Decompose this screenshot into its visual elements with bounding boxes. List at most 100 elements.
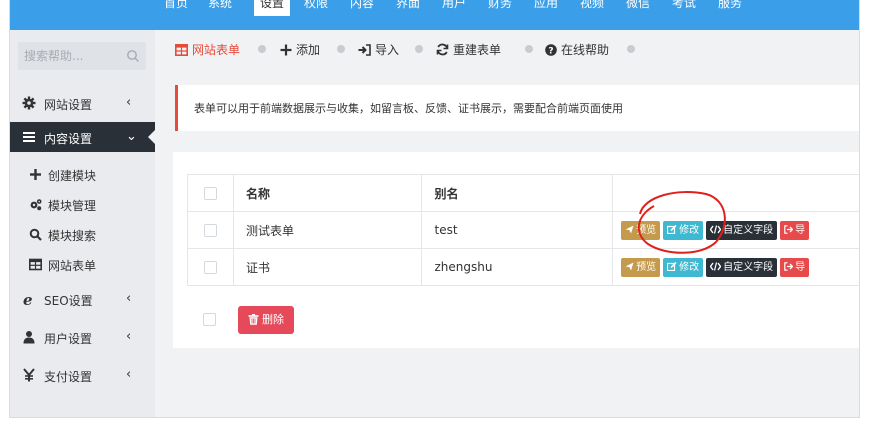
tab-add[interactable]: 添加 bbox=[280, 41, 320, 57]
tab-import[interactable]: 导入 bbox=[358, 41, 399, 57]
app-window: 首页 系统 设置 权限 内容 界面 用户 财务 应用 视频 微信 考试 服务 搜… bbox=[9, 0, 860, 418]
plus-icon bbox=[30, 169, 41, 180]
menu-item-label: 用户设置 bbox=[44, 332, 93, 346]
tab-separator bbox=[258, 45, 266, 53]
edit-icon bbox=[667, 261, 677, 271]
row-alias: test bbox=[434, 223, 458, 237]
sign-out-icon bbox=[784, 261, 794, 271]
table-icon bbox=[175, 44, 188, 56]
forms-table: 名称 别名 测试表单 test 预览修改自定义字段导 证书 zhengshu bbox=[187, 174, 859, 286]
trash-icon bbox=[248, 314, 259, 325]
question-circle-icon: ? bbox=[545, 44, 557, 56]
tab-separator bbox=[525, 45, 533, 53]
tab-bar: 网站表单 添加 导入 重建表单 ? 在线帮助 bbox=[155, 30, 859, 68]
row-name: 测试表单 bbox=[245, 223, 294, 238]
preview-button[interactable]: 预览 bbox=[621, 257, 661, 277]
chevron-down-icon: ⌄ bbox=[126, 129, 137, 144]
menu-item-content-settings[interactable]: 内容设置 ⌄ bbox=[10, 122, 156, 152]
code-icon bbox=[709, 224, 722, 234]
ie-icon: e bbox=[23, 292, 33, 306]
notice-text: 表单可以用于前端数据展示与收集，如留言板、反馈、证书展示，需要配合前端页面使用 bbox=[194, 102, 623, 115]
tab-label: 添加 bbox=[296, 43, 321, 57]
preview-button[interactable]: 预览 bbox=[621, 220, 661, 240]
search-icon[interactable] bbox=[126, 49, 140, 63]
edit-button[interactable]: 修改 bbox=[663, 257, 704, 277]
topnav-item-users[interactable]: 用户 bbox=[442, 0, 466, 14]
submenu-item-label: 模块搜索 bbox=[48, 229, 97, 243]
menu-item-user-settings[interactable]: 用户设置 ‹ bbox=[10, 322, 155, 352]
column-header-alias: 别名 bbox=[434, 186, 459, 201]
topnav-item-wechat[interactable]: 微信 bbox=[626, 0, 650, 14]
submenu-item-module-search[interactable]: 模块搜索 bbox=[10, 220, 155, 250]
row-alias: zhengshu bbox=[434, 260, 493, 274]
forms-panel: 名称 别名 测试表单 test 预览修改自定义字段导 证书 zhengshu bbox=[173, 152, 859, 348]
topnav-item-permissions[interactable]: 权限 bbox=[304, 0, 328, 14]
topnav-item-interface[interactable]: 界面 bbox=[396, 0, 420, 14]
tab-separator bbox=[337, 45, 345, 53]
tab-label: 在线帮助 bbox=[561, 43, 610, 57]
submenu-item-module-manage[interactable]: 模块管理 bbox=[10, 190, 155, 220]
refresh-icon bbox=[436, 43, 449, 56]
top-nav: 首页 系统 设置 权限 内容 界面 用户 财务 应用 视频 微信 考试 服务 bbox=[10, 0, 859, 30]
topnav-item-exam[interactable]: 考试 bbox=[672, 0, 696, 14]
table-icon bbox=[29, 258, 42, 271]
edit-button[interactable]: 修改 bbox=[663, 220, 704, 240]
menu-item-label: 网站设置 bbox=[44, 98, 93, 112]
user-icon bbox=[23, 331, 35, 344]
column-header-ops bbox=[613, 186, 625, 200]
svg-text:e: e bbox=[23, 292, 33, 306]
send-icon bbox=[625, 262, 634, 270]
svg-text:?: ? bbox=[548, 46, 553, 56]
tab-site-forms[interactable]: 网站表单 bbox=[175, 41, 240, 57]
notice-box: 表单可以用于前端数据展示与收集，如留言板、反馈、证书展示，需要配合前端页面使用 bbox=[175, 85, 859, 131]
topnav-item-system[interactable]: 系统 bbox=[208, 0, 232, 14]
menu-item-label: 内容设置 bbox=[44, 132, 93, 146]
delete-button-label: 删除 bbox=[262, 313, 284, 326]
tab-label: 网站表单 bbox=[192, 43, 241, 57]
submenu-item-label: 创建模块 bbox=[48, 169, 97, 183]
delete-button[interactable]: 删除 bbox=[238, 306, 294, 334]
menu-item-site-settings[interactable]: 网站设置 ‹ bbox=[10, 88, 155, 118]
export-button[interactable]: 导 bbox=[780, 257, 810, 277]
submenu-item-site-forms[interactable]: 网站表单 bbox=[10, 250, 155, 280]
topnav-item-service[interactable]: 服务 bbox=[718, 0, 742, 14]
menu-item-payment-settings[interactable]: 支付设置 ‹ bbox=[10, 360, 155, 390]
custom-fields-button[interactable]: 自定义字段 bbox=[706, 257, 778, 277]
main-content: 网站表单 添加 导入 重建表单 ? 在线帮助 表单可以用于前端数据展示与收集，如… bbox=[155, 30, 859, 417]
menu-item-seo-settings[interactable]: e SEO设置 ‹ bbox=[10, 284, 155, 314]
table-row: 测试表单 test 预览 修改 自定义字段导 bbox=[187, 211, 859, 249]
select-all-checkbox[interactable] bbox=[204, 187, 217, 200]
tab-separator bbox=[415, 45, 423, 53]
tab-online-help[interactable]: ? 在线帮助 bbox=[545, 41, 609, 57]
export-button[interactable]: 导 bbox=[780, 220, 810, 240]
topnav-item-settings[interactable]: 设置 bbox=[254, 0, 291, 16]
sidebar: 网站设置 ‹ 内容设置 ⌄ 创建模块 模块管理 bbox=[10, 30, 156, 417]
chevron-left-icon: ‹ bbox=[126, 291, 132, 306]
sign-out-icon bbox=[784, 224, 794, 234]
topnav-item-home[interactable]: 首页 bbox=[164, 0, 188, 14]
send-icon bbox=[625, 225, 634, 233]
chevron-left-icon: ‹ bbox=[126, 367, 132, 382]
bulk-select bbox=[203, 312, 216, 326]
chevron-left-icon: ‹ bbox=[126, 95, 132, 110]
topnav-item-video[interactable]: 视频 bbox=[580, 0, 604, 14]
column-header-name: 名称 bbox=[245, 186, 270, 201]
code-icon bbox=[709, 261, 722, 271]
submenu-item-create-module[interactable]: 创建模块 bbox=[10, 160, 155, 190]
table-row: 证书 zhengshu 预览 修改 自定义字段导 bbox=[187, 248, 859, 286]
menu-item-label: SEO设置 bbox=[44, 294, 93, 308]
tab-separator bbox=[627, 45, 635, 53]
topnav-item-content[interactable]: 内容 bbox=[350, 0, 374, 14]
cogs-icon bbox=[30, 199, 42, 211]
help-search bbox=[18, 42, 146, 70]
topnav-item-finance[interactable]: 财务 bbox=[488, 0, 512, 14]
row-checkbox[interactable] bbox=[204, 261, 217, 274]
topnav-item-apps[interactable]: 应用 bbox=[534, 0, 558, 14]
bulk-select-checkbox[interactable] bbox=[203, 313, 216, 326]
chevron-left-icon: ‹ bbox=[126, 329, 132, 344]
gear-icon bbox=[22, 96, 36, 110]
row-checkbox[interactable] bbox=[204, 224, 217, 237]
tab-rebuild-form[interactable]: 重建表单 bbox=[436, 41, 501, 57]
custom-fields-button[interactable]: 自定义字段 bbox=[706, 220, 778, 240]
menu-item-label: 支付设置 bbox=[44, 370, 93, 384]
